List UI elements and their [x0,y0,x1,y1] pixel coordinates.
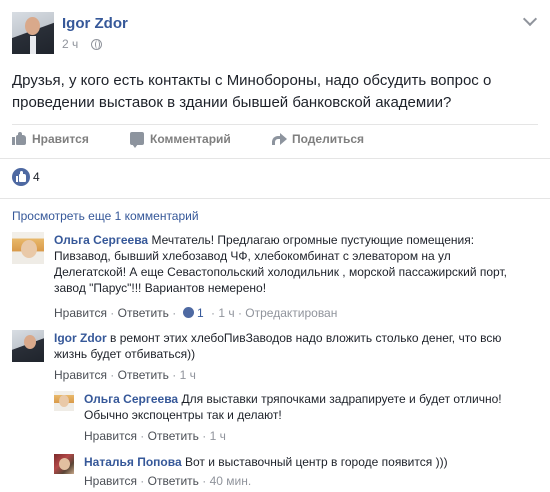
comment-timestamp[interactable]: 40 мин. [210,474,252,488]
view-more-comments-link[interactable]: Просмотреть еще 1 комментарий [0,198,550,225]
comment-body: Ольга Сергеева Для выставки тряпочками з… [84,391,504,423]
like-reaction-icon [12,168,30,186]
comment-icon [130,132,144,148]
like-reaction-icon [182,307,194,318]
comment-body: Igor Zdor в ремонт этих хлебоПивЗаводов … [54,330,516,362]
comment: Igor Zdor в ремонт этих хлебоПивЗаводов … [12,330,538,390]
commenter-name[interactable]: Ольга Сергеева [54,233,148,247]
commenter-avatar[interactable] [12,232,44,264]
separator: · [202,429,207,443]
comment-meta: Нравится · Ответить · 40 мин. [84,474,251,488]
comment-like-link[interactable]: Нравится [84,429,137,443]
post-action-bar: Нравится Комментарий Поделиться [12,124,538,153]
separator: · [172,368,177,382]
comment-timestamp[interactable]: 1 ч [210,429,226,443]
comment-body: Ольга Сергеева Мечтатель! Предлагаю огро… [54,232,516,296]
separator: · [110,368,115,382]
separator: · [140,474,145,488]
commenter-name[interactable]: Наталья Попова [84,455,182,469]
facebook-post: Igor Zdor 2 ч Друзья, у кого есть контак… [0,0,550,492]
share-button-label: Поделиться [292,132,365,146]
like-button-label: Нравится [32,132,89,146]
commenter-avatar[interactable] [54,391,74,411]
comment-body: Наталья Попова Вот и выставочный центр в… [84,454,524,470]
post-timestamp[interactable]: 2 ч [62,37,78,51]
commenter-avatar[interactable] [12,330,44,362]
comment-like-link[interactable]: Нравится [54,306,107,320]
comment-button-label: Комментарий [150,132,231,146]
reactions-summary[interactable]: 4 [0,158,550,189]
comment-meta: Нравится · Ответить · 1 ч [54,368,196,382]
separator: · [110,306,115,320]
comment-reply-link[interactable]: Ответить [118,368,169,382]
globe-icon[interactable] [91,39,102,50]
separator: · [211,306,215,320]
author-avatar[interactable] [12,12,54,54]
separator: · [172,306,177,320]
comment-meta: Нравится · Ответить · 1 · 1 ч · Отредакт… [54,306,337,320]
comment-timestamp[interactable]: 1 ч [180,368,196,382]
comment-like-count[interactable]: 1 [197,306,204,320]
comment-timestamp[interactable]: 1 ч [218,306,234,320]
chevron-down-icon[interactable] [522,11,538,27]
comment-reply-link[interactable]: Ответить [148,474,199,488]
reply: Ольга Сергеева Для выставки тряпочками з… [54,391,538,447]
separator: · [237,306,242,320]
view-more-comments-label: Просмотреть еще 1 комментарий [12,209,199,223]
commenter-name[interactable]: Ольга Сергеева [84,392,178,406]
reaction-count: 4 [33,170,40,184]
comment-edited-label[interactable]: Отредактирован [245,306,337,320]
separator: · [140,429,145,443]
comment-reply-link[interactable]: Ответить [118,306,169,320]
comment-like-link[interactable]: Нравится [54,368,107,382]
separator: · [202,474,207,488]
comment-text: Вот и выставочный центр в городе появитс… [185,455,448,469]
thumbs-up-icon [12,132,26,145]
reply: Наталья Попова Вот и выставочный центр в… [54,454,538,490]
comment-like-link[interactable]: Нравится [84,474,137,488]
post-text: Друзья, у кого есть контакты с Миноборон… [12,72,492,111]
comment: Ольга Сергеева Мечтатель! Предлагаю огро… [12,232,538,332]
comment-text: в ремонт этих хлебоПивЗаводов надо вложи… [54,331,502,361]
comment-reply-link[interactable]: Ответить [148,429,199,443]
commenter-name[interactable]: Igor Zdor [54,331,107,345]
share-icon [272,132,287,145]
post-author-name[interactable]: Igor Zdor [62,15,128,32]
comment-meta: Нравится · Ответить · 1 ч [84,429,226,443]
commenter-avatar[interactable] [54,454,74,474]
